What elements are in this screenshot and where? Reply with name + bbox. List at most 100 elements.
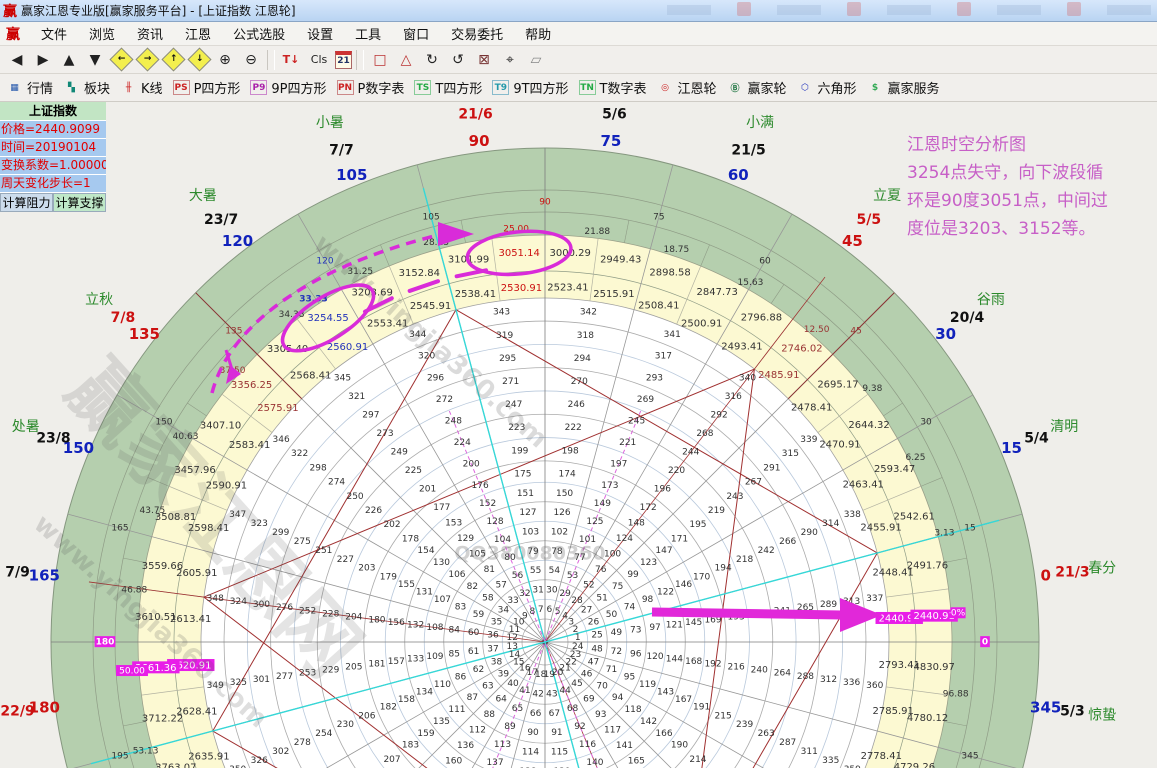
svg-text:297: 297 <box>362 411 379 421</box>
menu-item-1[interactable]: 浏览 <box>78 22 126 45</box>
nav-up-icon[interactable]: ▲ <box>57 49 81 71</box>
toolbar-item-t-number-table[interactable]: TNT数字表 <box>579 78 647 97</box>
svg-text:2898.58: 2898.58 <box>649 268 690 279</box>
svg-text:156: 156 <box>388 618 405 628</box>
toolbar-item-p-square[interactable]: PSP四方形 <box>173 78 241 97</box>
rotate-cw-icon[interactable]: ↻ <box>420 49 444 71</box>
svg-text:93: 93 <box>595 710 606 720</box>
diamond-left-icon[interactable]: ← <box>109 49 133 71</box>
svg-text:小满: 小满 <box>746 115 774 131</box>
menu-item-6[interactable]: 工具 <box>344 22 392 45</box>
svg-text:336: 336 <box>843 678 860 688</box>
svg-text:215: 215 <box>715 711 732 721</box>
menu-item-4[interactable]: 公式选股 <box>222 22 296 45</box>
svg-text:312: 312 <box>820 675 837 685</box>
center-tool-icon[interactable]: ⌖ <box>498 49 522 71</box>
svg-text:34: 34 <box>498 606 510 616</box>
menu-item-0[interactable]: 文件 <box>30 22 78 45</box>
main-toolbar: ◀▶▲▼←→↑↓⊕⊖ T↓Cls21 □△↻↺⊠⌖▱ <box>0 46 1157 74</box>
svg-text:123: 123 <box>640 558 657 568</box>
toolbar-item-9p-square[interactable]: P99P四方形 <box>250 78 326 97</box>
menu-item-9[interactable]: 帮助 <box>514 22 562 45</box>
eraser-tool-icon[interactable]: ▱ <box>524 49 548 71</box>
svg-text:207: 207 <box>383 755 400 765</box>
svg-text:21.88: 21.88 <box>584 227 610 237</box>
titlebar-watermarks <box>667 2 1151 16</box>
svg-text:221: 221 <box>619 438 636 448</box>
toolbar-item-winner-service[interactable]: $赢家服务 <box>867 78 940 97</box>
svg-text:165: 165 <box>111 524 128 534</box>
toolbar-item-quotes[interactable]: ▦行情 <box>6 78 53 97</box>
svg-text:3.13: 3.13 <box>934 529 954 539</box>
svg-text:133: 133 <box>407 655 424 665</box>
svg-text:202: 202 <box>383 520 400 530</box>
svg-text:191: 191 <box>693 702 710 712</box>
svg-text:243: 243 <box>726 492 743 502</box>
svg-text:135: 135 <box>433 717 450 727</box>
svg-text:15: 15 <box>1001 439 1022 457</box>
svg-text:216: 216 <box>728 663 745 673</box>
menu-item-8[interactable]: 交易委托 <box>440 22 514 45</box>
svg-text:68: 68 <box>567 704 579 714</box>
svg-text:157: 157 <box>388 657 405 667</box>
svg-text:38: 38 <box>491 658 503 668</box>
svg-text:345: 345 <box>1030 698 1061 716</box>
svg-text:5/5: 5/5 <box>857 212 882 228</box>
svg-text:2493.41: 2493.41 <box>721 342 762 353</box>
menu-item-7[interactable]: 窗口 <box>392 22 440 45</box>
svg-text:222: 222 <box>565 423 582 433</box>
calc-support-button[interactable]: 计算支撑 <box>53 193 106 212</box>
svg-text:295: 295 <box>499 354 516 364</box>
toolbar-item-winner-wheel[interactable]: Ⓑ赢家轮 <box>727 78 787 97</box>
calendar-icon[interactable]: 21 <box>335 51 352 69</box>
menu-item-3[interactable]: 江恩 <box>174 22 222 45</box>
cls-button-icon[interactable]: Cls <box>305 49 333 71</box>
svg-text:50: 50 <box>606 610 618 620</box>
square-tool-icon[interactable]: □ <box>368 49 392 71</box>
toolbar-item-9t-square[interactable]: T99T四方形 <box>492 78 568 97</box>
toolbar-item-gann-wheel[interactable]: ◎江恩轮 <box>657 78 717 97</box>
toolbar-item-sectors[interactable]: ▚板块 <box>63 78 110 97</box>
t-down-icon[interactable]: T↓ <box>279 49 303 71</box>
svg-text:5/6: 5/6 <box>602 107 627 123</box>
svg-text:63: 63 <box>482 681 493 691</box>
box-x-tool-icon[interactable]: ⊠ <box>472 49 496 71</box>
svg-text:105: 105 <box>336 166 367 184</box>
toolbar-item-p-number-table[interactable]: PNP数字表 <box>337 78 405 97</box>
nav-down-icon[interactable]: ▼ <box>83 49 107 71</box>
nav-right-icon[interactable]: ▶ <box>31 49 55 71</box>
zoom-out-icon[interactable]: ⊖ <box>239 49 263 71</box>
toolbar-item-t-square[interactable]: TST四方形 <box>414 78 482 97</box>
svg-text:117: 117 <box>604 726 621 736</box>
svg-text:116: 116 <box>579 740 596 750</box>
svg-text:立秋: 立秋 <box>85 292 113 308</box>
svg-text:2491.76: 2491.76 <box>907 561 948 572</box>
svg-text:120: 120 <box>222 232 253 250</box>
analysis-note: 江恩时空分析图3254点失守，向下波段循环是90度3051点，中间过度位是320… <box>907 131 1157 243</box>
sectors-label: 板块 <box>84 78 110 97</box>
svg-text:109: 109 <box>426 652 443 662</box>
zoom-in-icon[interactable]: ⊕ <box>213 49 237 71</box>
rotate-ccw-icon[interactable]: ↺ <box>446 49 470 71</box>
diamond-down-icon[interactable]: ↓ <box>187 49 211 71</box>
svg-text:8: 8 <box>530 607 536 617</box>
analysis-note-line-2: 环是90度3051点，中间过 <box>907 187 1157 215</box>
calc-resistance-button[interactable]: 计算阻力 <box>0 193 53 212</box>
triangle-tool-icon[interactable]: △ <box>394 49 418 71</box>
svg-text:160: 160 <box>445 757 462 767</box>
menu-item-5[interactable]: 设置 <box>296 22 344 45</box>
svg-text:90: 90 <box>539 198 551 208</box>
app-logo-icon: 赢 <box>3 1 17 21</box>
svg-text:301: 301 <box>253 675 270 685</box>
hexagon-icon: ⬡ <box>797 80 814 95</box>
svg-text:7/7: 7/7 <box>329 142 354 158</box>
toolbar-item-hexagon[interactable]: ⬡六角形 <box>797 78 857 97</box>
svg-text:26: 26 <box>588 617 600 627</box>
svg-text:251: 251 <box>315 546 332 556</box>
svg-text:176: 176 <box>472 481 489 491</box>
diamond-up-icon[interactable]: ↑ <box>161 49 185 71</box>
nav-left-icon[interactable]: ◀ <box>5 49 29 71</box>
toolbar-item-kline[interactable]: ╫K线 <box>120 78 163 97</box>
diamond-right-icon[interactable]: → <box>135 49 159 71</box>
menu-item-2[interactable]: 资讯 <box>126 22 174 45</box>
